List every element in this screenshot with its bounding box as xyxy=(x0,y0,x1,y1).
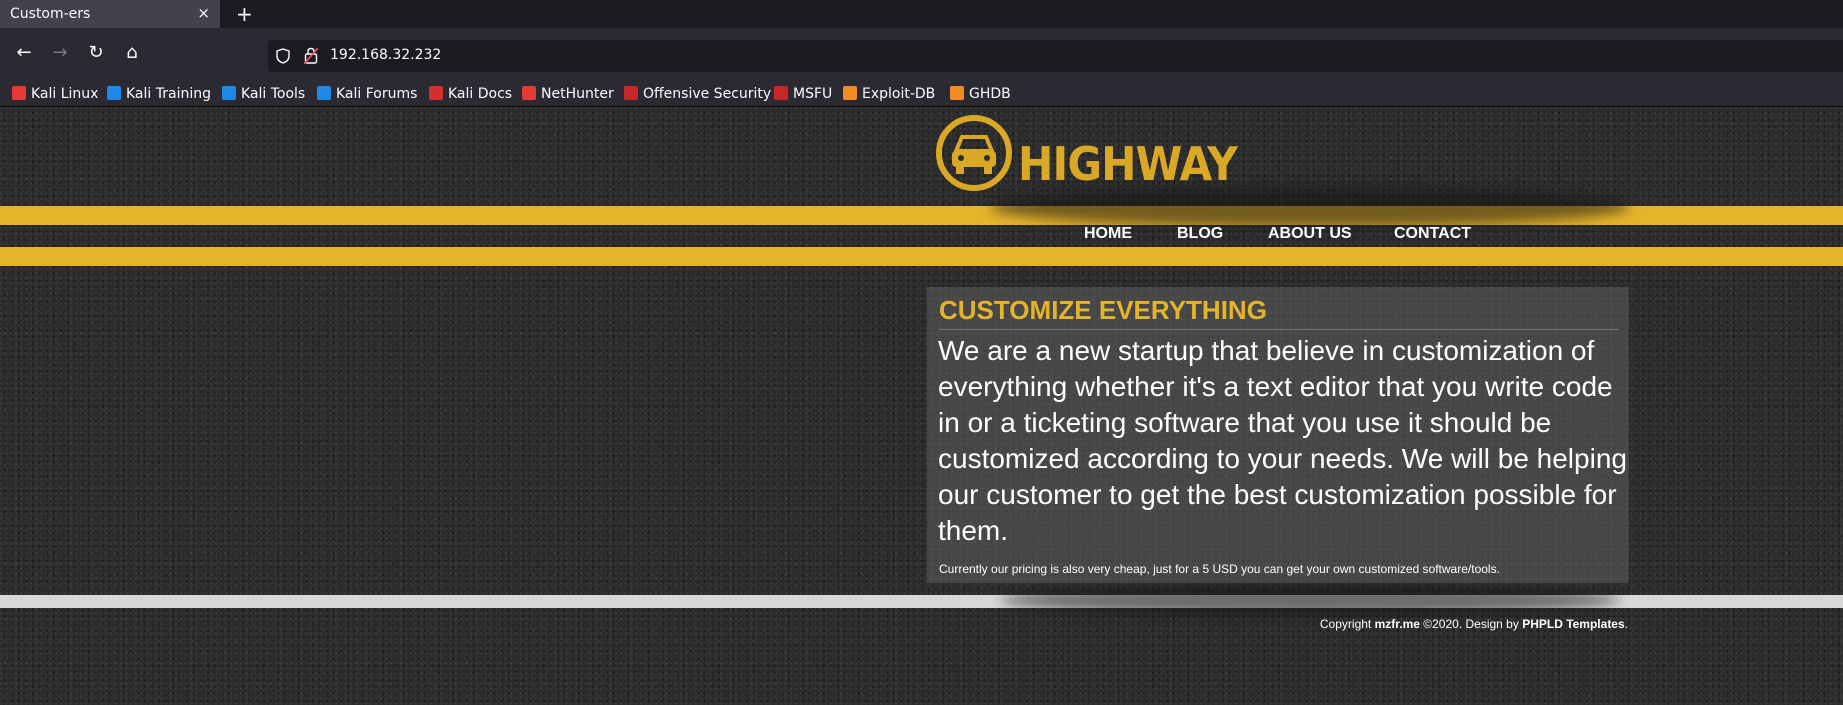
menu-contact[interactable]: CONTACT xyxy=(1394,225,1471,243)
tire-mark xyxy=(990,187,1630,227)
ghdb-icon xyxy=(950,86,964,100)
heading-divider xyxy=(939,329,1619,330)
tire-mark xyxy=(1000,585,1620,615)
reload-button[interactable]: ↻ xyxy=(82,39,110,67)
bookmark-label: NetHunter xyxy=(541,86,614,102)
bookmark-ghdb[interactable]: GHDB xyxy=(950,84,1011,104)
content-heading: CUSTOMIZE EVERYTHING xyxy=(939,295,1267,325)
bookmark-msfu[interactable]: MSFU xyxy=(774,84,832,104)
road-stripe-yellow-bottom xyxy=(0,247,1843,266)
bookmark-nethunter[interactable]: NetHunter xyxy=(522,84,614,104)
offsec-icon xyxy=(624,86,638,100)
tab-active[interactable]: Custom-ers × xyxy=(0,0,220,28)
bookmark-kali-training[interactable]: Kali Training xyxy=(107,84,211,104)
content-box: CUSTOMIZE EVERYTHING We are a new startu… xyxy=(927,287,1629,583)
url-text[interactable]: 192.168.32.232 xyxy=(330,47,441,63)
bookmark-kali-linux[interactable]: Kali Linux xyxy=(12,84,98,104)
insecure-lock-icon[interactable] xyxy=(304,47,318,65)
logo-text: HIGHWAY xyxy=(1018,137,1238,191)
menu-home[interactable]: HOME xyxy=(1084,225,1132,243)
exploitdb-icon xyxy=(843,86,857,100)
bookmark-label: Kali Linux xyxy=(31,86,99,102)
footer-middle: ©2020. Design by xyxy=(1419,617,1523,631)
bookmark-label: Kali Docs xyxy=(448,86,513,102)
tab-bar: Custom-ers × + xyxy=(0,0,1843,28)
kali-training-icon xyxy=(107,86,121,100)
menu-blog[interactable]: BLOG xyxy=(1177,225,1223,243)
bookmark-label: Kali Training xyxy=(126,86,211,102)
kali-forums-icon xyxy=(317,86,331,100)
site-logo[interactable]: HIGHWAY xyxy=(934,113,1238,193)
footer-prefix: Copyright xyxy=(1319,617,1375,631)
bookmark-label: MSFU xyxy=(793,86,833,102)
shield-icon[interactable] xyxy=(276,48,290,64)
tab-title: Custom-ers xyxy=(10,6,91,22)
web-page: HIGHWAY HOME BLOG ABOUT US CONTACT CUSTO… xyxy=(0,107,1843,705)
msfu-icon xyxy=(774,86,788,100)
home-button[interactable]: ⌂ xyxy=(118,39,146,67)
kali-tools-icon xyxy=(222,86,236,100)
menu-about-us[interactable]: ABOUT US xyxy=(1268,225,1352,243)
bookmark-kali-forums[interactable]: Kali Forums xyxy=(317,84,417,104)
new-tab-button[interactable]: + xyxy=(236,2,253,26)
nethunter-icon xyxy=(522,86,536,100)
bookmarks-toolbar: Kali Linux Kali Training Kali Tools Kali… xyxy=(0,82,1843,107)
forward-button[interactable]: → xyxy=(46,39,74,67)
bookmark-kali-docs[interactable]: Kali Docs xyxy=(429,84,512,104)
bookmark-kali-tools[interactable]: Kali Tools xyxy=(222,84,305,104)
url-bar[interactable]: 192.168.32.232 xyxy=(268,40,1843,72)
car-icon xyxy=(936,115,1012,191)
tab-close-icon[interactable]: × xyxy=(197,4,210,22)
bookmark-label: Kali Tools xyxy=(241,86,306,102)
bookmark-offensive-security[interactable]: Offensive Security xyxy=(624,84,771,104)
content-body: We are a new startup that believe in cus… xyxy=(938,335,1627,546)
back-button[interactable]: ← xyxy=(10,39,38,67)
bookmark-label: GHDB xyxy=(969,86,1011,102)
navigation-toolbar: ← → ↻ ⌂ 192.168.32.232 xyxy=(0,28,1843,82)
bookmark-exploit-db[interactable]: Exploit-DB xyxy=(843,84,935,104)
footer-owner-link[interactable]: mzfr.me xyxy=(1375,617,1420,631)
kali-icon xyxy=(12,86,26,100)
footer-suffix: . xyxy=(1624,617,1628,631)
bookmark-label: Exploit-DB xyxy=(862,86,936,102)
pricing-note: Currently our pricing is also very cheap… xyxy=(939,562,1500,576)
kali-docs-icon xyxy=(429,86,443,100)
bookmark-label: Offensive Security xyxy=(643,86,772,102)
footer-copyright: Copyright mzfr.me ©2020. Design by PHPLD… xyxy=(1320,617,1628,631)
footer-designer-link[interactable]: PHPLD Templates xyxy=(1522,617,1624,631)
bookmark-label: Kali Forums xyxy=(336,86,418,102)
